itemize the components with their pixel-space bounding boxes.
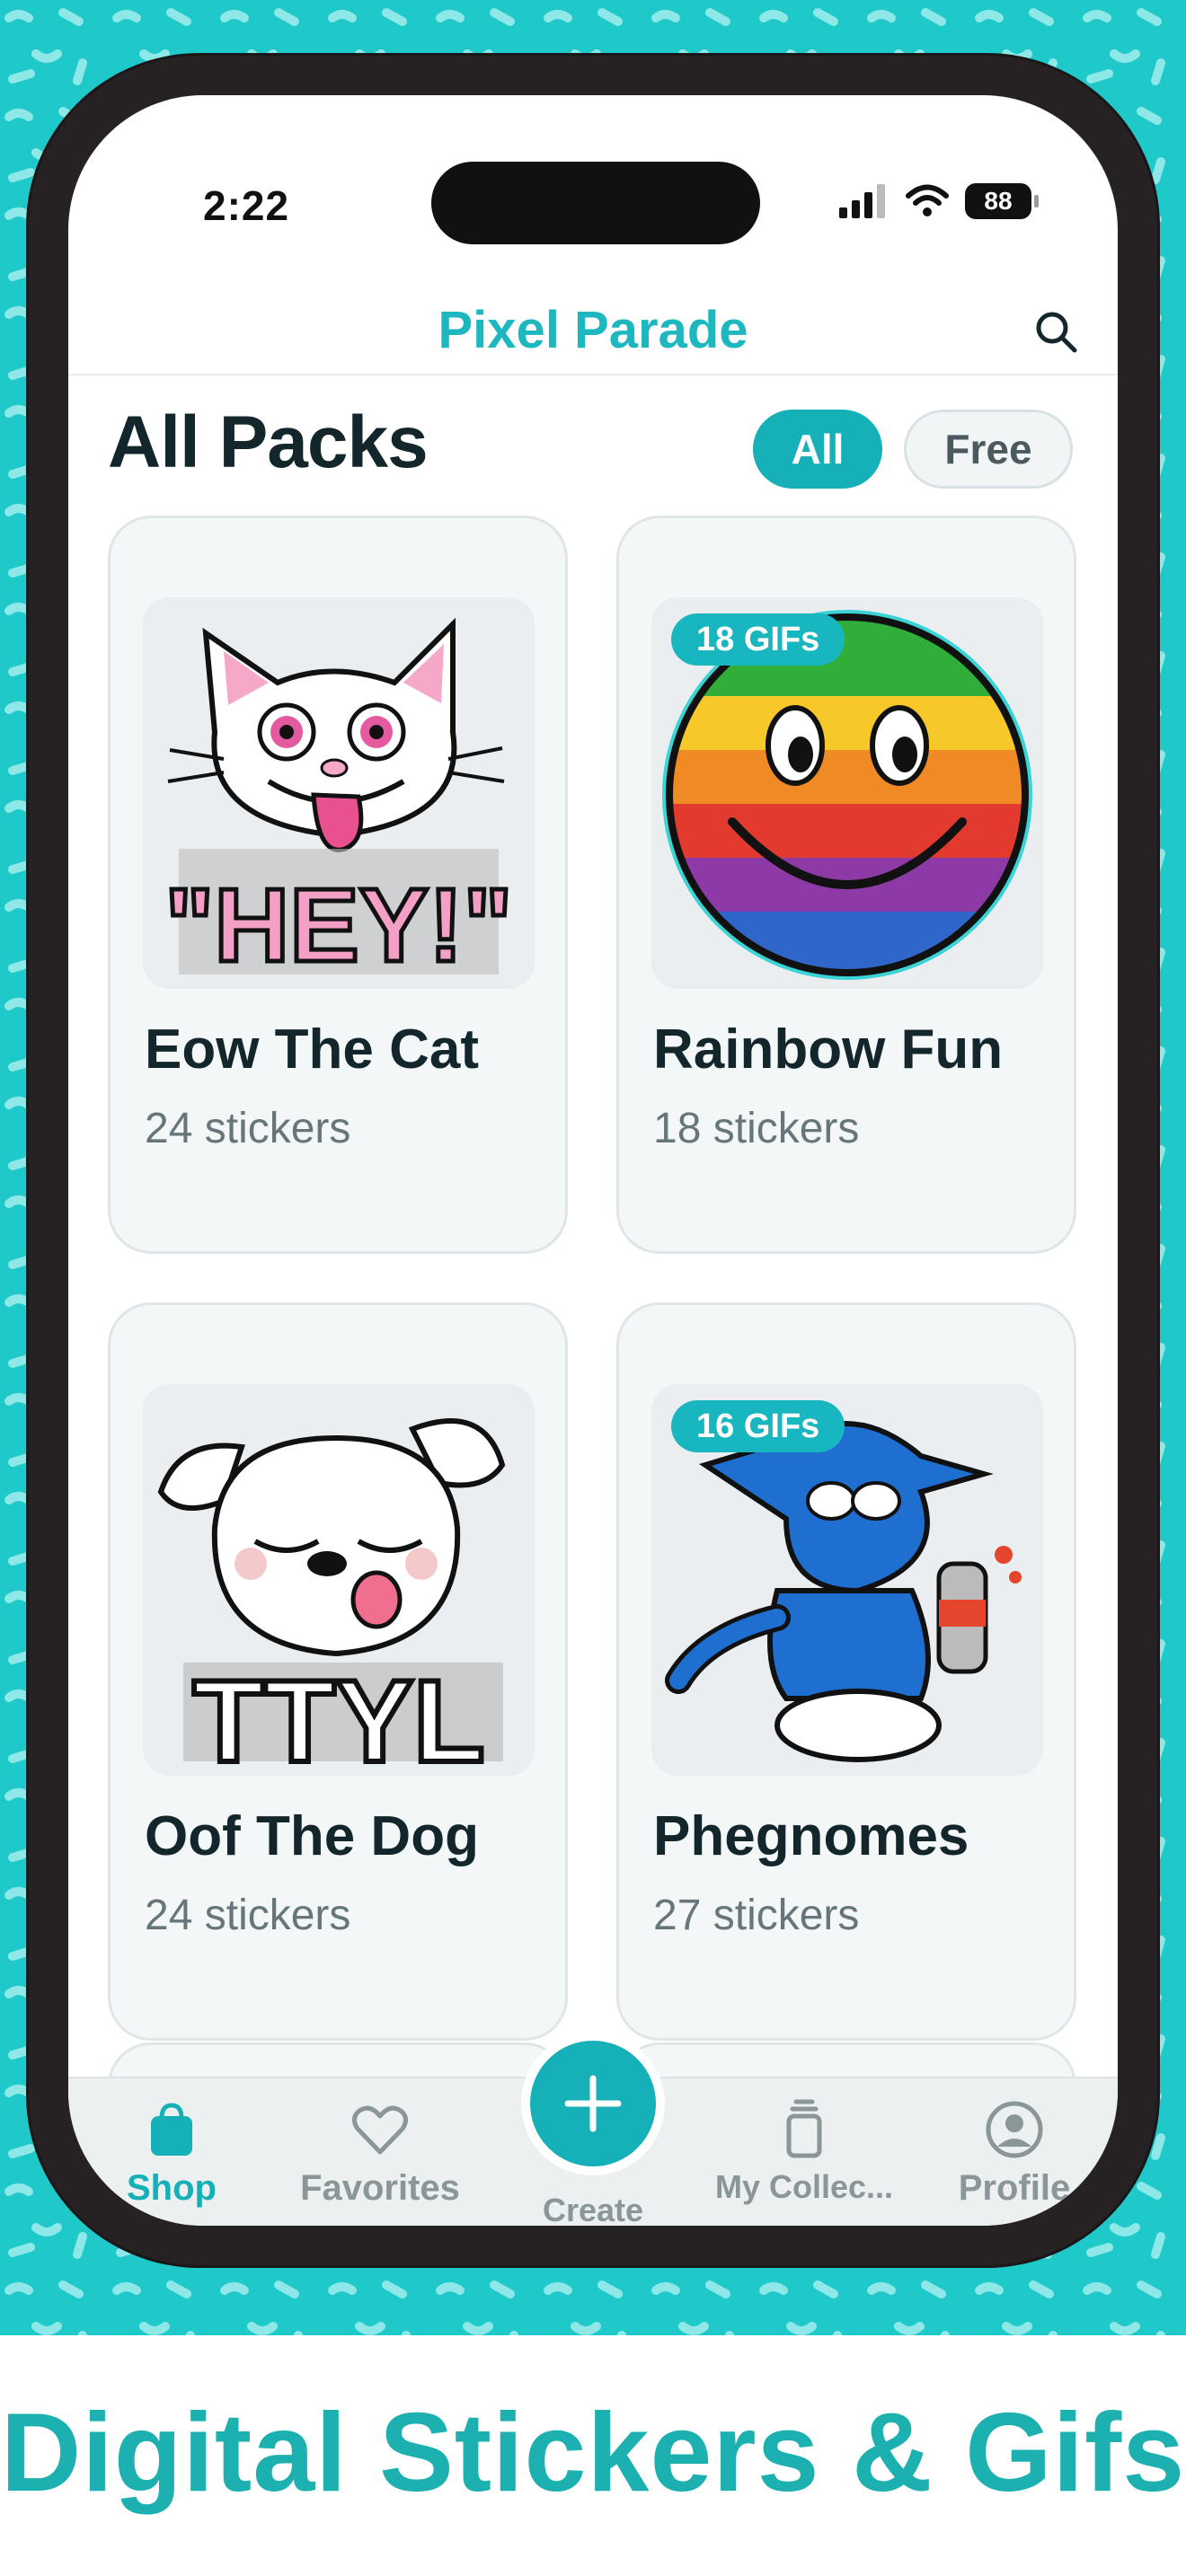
status-bar: 2:22 88	[68, 95, 1118, 275]
wifi-icon	[906, 184, 949, 216]
sticker-text: "HEY!"	[164, 867, 512, 984]
pack-thumbnail: "HEY!"	[143, 597, 535, 989]
create-button[interactable]	[521, 2032, 665, 2175]
phone-frame: 2:22 88 Pixel Parade All Packs All Free …	[29, 56, 1157, 2265]
stack-icon	[786, 2099, 822, 2158]
pack-card-oof-the-dog[interactable]: TTYL Oof The Dog 24 stickers	[108, 1302, 568, 2041]
tab-profile[interactable]: Profile	[911, 2098, 1118, 2209]
pack-count: 24 stickers	[145, 1105, 351, 1152]
status-icons: 88	[839, 183, 1039, 219]
create-label: Create	[542, 2192, 644, 2226]
pack-count: 18 stickers	[653, 1105, 860, 1152]
pack-name: Phegnomes	[653, 1805, 969, 1867]
tab-label: My Collec...	[714, 2168, 894, 2205]
pack-name: Rainbow Fun	[653, 1019, 1004, 1081]
promo-caption: Digital Stickers & Gifs	[0, 2335, 1186, 2576]
search-icon[interactable]	[1031, 307, 1082, 357]
tab-shop[interactable]: Shop	[68, 2098, 275, 2209]
caption-text: Digital Stickers & Gifs	[0, 2391, 1186, 2515]
section-title: All Packs	[108, 401, 429, 483]
pack-thumbnail: 18 GIFs	[651, 597, 1043, 989]
tab-my-collection[interactable]: My Collec...	[701, 2098, 907, 2206]
filter-all-chip[interactable]: All	[753, 410, 882, 489]
tab-bar: Shop Favorites Create My Collec... Profi…	[68, 2032, 1118, 2226]
gif-count-badge: 16 GIFs	[671, 1400, 845, 1452]
signal-icon	[839, 184, 885, 218]
battery-level: 88	[984, 187, 1013, 215]
nav-bar: Pixel Parade	[68, 275, 1118, 375]
plus-icon	[564, 2075, 622, 2132]
pack-thumbnail: TTYL	[143, 1384, 535, 1776]
section-header: All Packs All Free	[68, 401, 1118, 499]
profile-icon	[986, 2101, 1043, 2158]
tab-label: Favorites	[300, 2168, 460, 2208]
pack-count: 27 stickers	[653, 1892, 860, 1939]
tab-label: Shop	[127, 2168, 217, 2208]
app-title: Pixel Parade	[438, 301, 748, 359]
gif-count-badge: 18 GIFs	[671, 613, 845, 666]
shopping-bag-icon	[151, 2103, 192, 2156]
pack-thumbnail: 16 GIFs	[651, 1384, 1043, 1776]
pack-card-eow-the-cat[interactable]: "HEY!" Eow The Cat 24 stickers	[108, 516, 568, 1254]
dog-sticker-image: TTYL	[143, 1384, 535, 1776]
pack-card-rainbow-fun[interactable]: 18 GIFs Rainbow Fun 18 stickers	[616, 516, 1076, 1254]
tab-label: Profile	[958, 2168, 1071, 2208]
app-screen: 2:22 88 Pixel Parade All Packs All Free …	[68, 95, 1118, 2226]
pack-name: Eow The Cat	[145, 1019, 480, 1081]
tab-favorites[interactable]: Favorites	[277, 2098, 483, 2209]
dynamic-island	[431, 162, 760, 244]
status-time: 2:22	[203, 182, 290, 229]
pack-card-phegnomes[interactable]: 16 GIFs Phegnomes 27 stickers	[616, 1302, 1076, 2041]
filter-free-chip[interactable]: Free	[904, 410, 1073, 489]
cat-sticker-image: "HEY!"	[143, 597, 535, 989]
pack-name: Oof The Dog	[145, 1805, 479, 1867]
pack-count: 24 stickers	[145, 1892, 351, 1939]
sticker-text: TTYL	[193, 1655, 485, 1776]
battery-icon: 88	[965, 183, 1039, 219]
heart-icon	[352, 2105, 408, 2155]
